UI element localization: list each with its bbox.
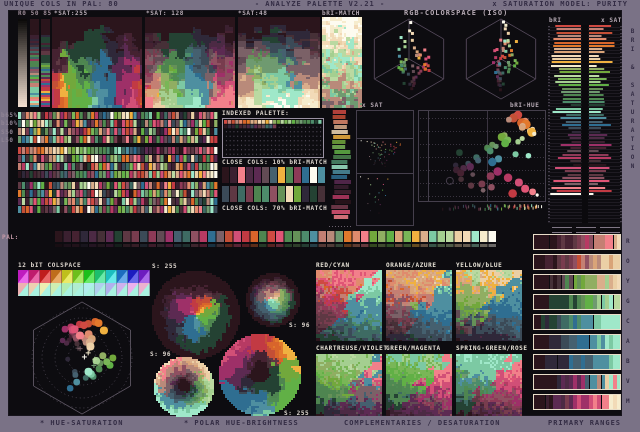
sat255-toggle[interactable]: *SAT:255 — [54, 10, 88, 17]
sat-scatter-label: x SAT — [362, 102, 383, 109]
palette-strip — [18, 112, 218, 119]
comp-panel — [386, 354, 452, 416]
hue-sat-wheel — [12, 298, 152, 416]
strip-label-l50: L50 — [1, 137, 14, 144]
bri-match-map — [322, 17, 362, 108]
comp-label-yellow-blue: YELLOW/bLUE — [456, 262, 502, 269]
pal-label: PAL: — [2, 234, 19, 241]
mid-gradient-strip — [329, 110, 351, 230]
close-cols-70-label: CLOSE COLS: 70% bRI-MATCH — [222, 205, 327, 212]
primary-letter-g: G — [626, 298, 630, 305]
palette-strip — [18, 120, 218, 127]
colspace-12bit — [18, 270, 150, 296]
app-window: UNIQUE COLS IN PAL: 80 - ANALYZE PALETTE… — [0, 0, 640, 432]
palette-strip — [18, 190, 218, 197]
ramp-labels: R0 50 85 — [18, 10, 52, 17]
indexed-palette-grid[interactable] — [222, 118, 324, 158]
sat-map-48 — [238, 17, 320, 108]
comp-label-chartreuse-violet: CHARTREUSE/VIOLET — [316, 345, 388, 352]
palette-strip — [18, 128, 218, 135]
primary-range-row — [533, 294, 621, 310]
comp-panel — [316, 354, 382, 416]
ramp-strip — [41, 19, 50, 107]
polar-wheel — [219, 334, 301, 416]
window-title: - ANALYZE PALETTE V2.21 - — [255, 1, 385, 8]
primary-letter-a: A — [626, 338, 630, 345]
primary-ruler-mark — [552, 227, 572, 233]
comp-label-orange-azure: ORANGE/AZURE — [386, 262, 437, 269]
polar-wheel — [154, 357, 214, 417]
sat-map-255 — [52, 17, 142, 108]
primary-range-row — [533, 234, 621, 250]
bri-bars-header[interactable]: bRI — [549, 17, 562, 24]
bri-sat-side-label: BRI & SATURATION — [628, 28, 636, 172]
indexed-palette-title: INDEXED PALETTE: — [222, 110, 289, 117]
sat-scatter — [356, 110, 414, 226]
iso-cube-left — [362, 16, 456, 102]
palette-strip — [18, 163, 218, 170]
comp-label-red-cyan: RED/CYAN — [316, 262, 350, 269]
bri-hue-ticks — [418, 204, 546, 212]
saturation-model-toggle[interactable]: x SATURATION MODEL: PURITY — [492, 1, 628, 8]
polar-hue-brightness-toggle[interactable]: * POLAR HUE-BRIGHTNESS — [184, 420, 299, 427]
bri-hue-label: bRI-HUE — [510, 102, 540, 109]
sat-bars-header[interactable]: x SAT — [586, 17, 622, 24]
primary-letter-m: M — [626, 398, 630, 405]
palette-strip — [18, 171, 218, 178]
comp-panel — [456, 270, 522, 341]
comp-label-green-magenta: GREEN/MAGENTA — [386, 345, 441, 352]
colspace-12bit-label: 12 bIT COLSPACE — [18, 262, 81, 269]
primary-range-row — [533, 314, 621, 330]
ramp-strip — [18, 19, 27, 107]
polar-s255a-label: S: 255 — [152, 263, 177, 270]
primary-range-row — [533, 354, 621, 370]
polar-wheel — [246, 273, 300, 327]
unique-cols-counter: UNIQUE COLS IN PAL: 80 — [4, 1, 119, 8]
primary-range-row — [533, 274, 621, 290]
pal-strip[interactable] — [55, 231, 497, 248]
close-cols-70-swatches — [222, 185, 326, 203]
complementaries-footer: COMPLEMENTARIES / DESATURATION — [344, 420, 500, 427]
primary-range-row — [533, 374, 621, 390]
primary-letter-r: R — [626, 238, 630, 245]
strip-label-s50: S50 — [1, 129, 14, 136]
primary-ruler-mark — [600, 227, 620, 233]
primary-ruler-mark — [576, 227, 596, 233]
primary-letter-y: Y — [626, 278, 630, 285]
polar-s255b-label: S: 255 — [284, 410, 309, 417]
comp-panel — [386, 270, 452, 341]
comp-panel — [316, 270, 382, 341]
primary-range-row — [533, 254, 621, 270]
palette-strip — [18, 147, 218, 154]
polar-s96a-label: S: 96 — [289, 322, 310, 329]
primary-range-row — [533, 334, 621, 350]
sat128-toggle[interactable]: *SAT: 128 — [146, 10, 184, 17]
palette-strip — [18, 182, 218, 189]
close-cols-10-label: CLOSE COLS: 10% bRI-MATCH — [222, 159, 327, 166]
sat-map-128 — [145, 17, 235, 108]
bri-match-label: bRI-MATCH — [322, 10, 360, 17]
primary-range-row — [533, 394, 621, 410]
comp-label-springgreen-rose: SPRING-GREEN/ROSE — [456, 345, 528, 352]
palette-strip — [18, 198, 218, 205]
primary-letter-o: O — [626, 258, 630, 265]
hue-saturation-toggle[interactable]: * HUE-SATURATION — [40, 420, 123, 427]
primary-letter-b: B — [626, 358, 630, 365]
sat48-toggle[interactable]: *SAT:48 — [238, 10, 268, 17]
comp-panel — [456, 354, 522, 416]
bri-sat-bars — [548, 25, 622, 223]
palette-strip — [18, 136, 218, 143]
strip-label-b10: b10% — [1, 120, 18, 127]
bri-hue-scatter — [418, 110, 546, 202]
primary-ranges-footer: PRIMARY RANGES — [548, 420, 621, 427]
palette-strip — [18, 155, 218, 162]
iso-cube-right — [456, 16, 546, 102]
ramp-strip — [30, 19, 39, 107]
primary-letter-v: V — [626, 378, 630, 385]
close-cols-10-swatches — [222, 166, 326, 184]
strip-label-b65: b65% — [1, 112, 18, 119]
primary-letter-c: C — [626, 318, 630, 325]
palette-strip — [18, 206, 218, 213]
